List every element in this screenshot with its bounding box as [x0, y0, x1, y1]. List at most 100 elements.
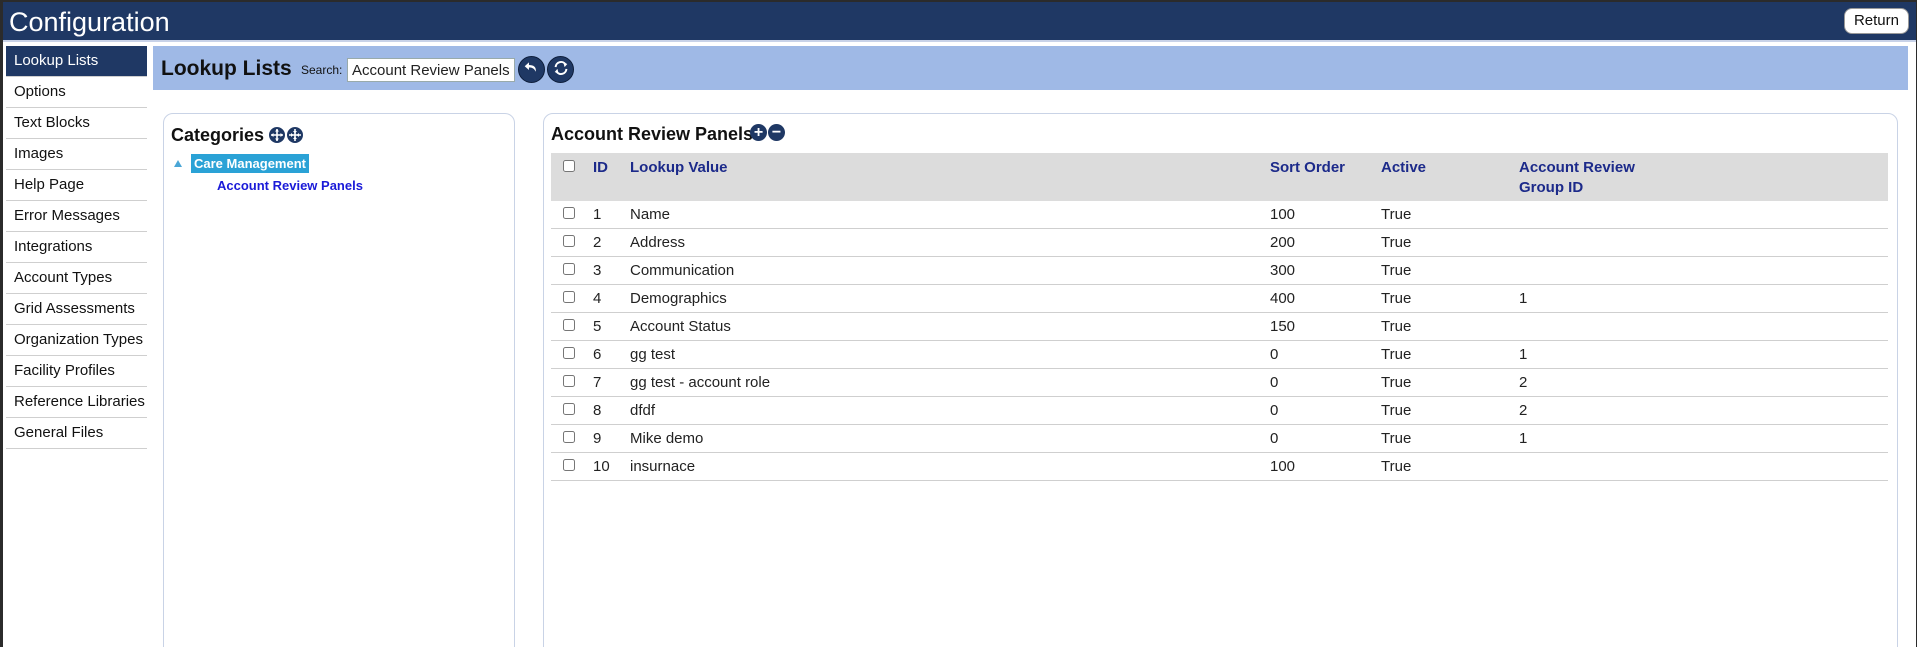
cell-lookup-value: Address: [630, 234, 686, 251]
sidebar-item-options[interactable]: Options: [6, 77, 147, 108]
column-header-sort-order[interactable]: Sort Order: [1270, 158, 1345, 178]
return-button[interactable]: Return: [1843, 8, 1909, 34]
row-checkbox[interactable]: [563, 375, 575, 387]
search-input[interactable]: [347, 58, 515, 82]
cell-id: 7: [593, 374, 602, 391]
sidebar-item-facility-profiles[interactable]: Facility Profiles: [6, 356, 147, 387]
column-header-lookup-value[interactable]: Lookup Value: [630, 158, 728, 178]
cell-id: 8: [593, 402, 602, 419]
lookup-grid: ID Lookup Value Sort Order Active Accoun…: [551, 153, 1888, 481]
cell-id: 6: [593, 346, 602, 363]
cell-sort-order: 300: [1270, 262, 1296, 279]
table-row[interactable]: 7 gg test - account role 0 True 2: [551, 369, 1888, 397]
cell-lookup-value: Name: [630, 206, 671, 223]
column-header-id[interactable]: ID: [593, 158, 608, 178]
cell-lookup-value: Demographics: [630, 290, 727, 307]
cell-active: True: [1381, 234, 1412, 251]
row-checkbox[interactable]: [563, 207, 575, 219]
cell-group-id: 1: [1519, 346, 1528, 363]
cell-id: 10: [593, 458, 610, 475]
table-row[interactable]: 4 Demographics 400 True 1: [551, 285, 1888, 313]
cell-sort-order: 100: [1270, 458, 1296, 475]
sidebar-item-error-messages[interactable]: Error Messages: [6, 201, 147, 232]
table-row[interactable]: 6 gg test 0 True 1: [551, 341, 1888, 369]
table-row[interactable]: 8 dfdf 0 True 2: [551, 397, 1888, 425]
sidebar-item-general-files[interactable]: General Files: [6, 418, 147, 449]
cell-lookup-value: dfdf: [630, 402, 656, 419]
cell-group-id: 1: [1519, 430, 1528, 447]
row-checkbox[interactable]: [563, 431, 575, 443]
plus-icon[interactable]: +: [750, 124, 767, 141]
column-header-account-review-group-id[interactable]: Account Review Group ID: [1519, 158, 1669, 198]
cell-id: 4: [593, 290, 602, 307]
sidebar-item-help-page[interactable]: Help Page: [6, 170, 147, 201]
cell-active: True: [1381, 290, 1412, 307]
cell-sort-order: 400: [1270, 290, 1296, 307]
sidebar-nav: Lookup Lists Options Text Blocks Images …: [6, 46, 147, 449]
table-row[interactable]: 9 Mike demo 0 True 1: [551, 425, 1888, 453]
cell-sort-order: 200: [1270, 234, 1296, 251]
sidebar-item-text-blocks[interactable]: Text Blocks: [6, 108, 147, 139]
cell-lookup-value: gg test - account role: [630, 374, 771, 391]
grid-header-row: ID Lookup Value Sort Order Active Accoun…: [551, 153, 1888, 201]
table-row[interactable]: 1 Name 100 True: [551, 201, 1888, 229]
cell-id: 2: [593, 234, 602, 251]
row-checkbox[interactable]: [563, 403, 575, 415]
sidebar-item-integrations[interactable]: Integrations: [6, 232, 147, 263]
tree-node-care-management[interactable]: Care Management: [191, 154, 309, 173]
minus-icon[interactable]: −: [768, 124, 785, 141]
sidebar-item-grid-assessments[interactable]: Grid Assessments: [6, 294, 147, 325]
sidebar-item-lookup-lists[interactable]: Lookup Lists: [6, 46, 147, 77]
cell-active: True: [1381, 346, 1412, 363]
cell-sort-order: 0: [1270, 402, 1279, 419]
cell-id: 3: [593, 262, 602, 279]
undo-icon: [523, 59, 540, 80]
categories-title: Categories: [171, 125, 265, 145]
table-row[interactable]: 5 Account Status 150 True: [551, 313, 1888, 341]
tree-node-account-review-panels[interactable]: Account Review Panels: [217, 178, 363, 193]
cell-active: True: [1381, 374, 1412, 391]
cell-active: True: [1381, 402, 1412, 419]
table-row[interactable]: 10 insurnace 100 True: [551, 453, 1888, 481]
row-checkbox[interactable]: [563, 319, 575, 331]
expand-all-icon[interactable]: [269, 127, 285, 143]
sidebar-item-reference-libraries[interactable]: Reference Libraries: [6, 387, 147, 418]
row-checkbox[interactable]: [563, 459, 575, 471]
cell-lookup-value: Communication: [630, 262, 735, 279]
collapse-all-icon[interactable]: [287, 127, 303, 143]
sidebar-item-account-types[interactable]: Account Types: [6, 263, 147, 294]
undo-button[interactable]: [518, 56, 545, 83]
refresh-button[interactable]: [547, 56, 574, 83]
cell-active: True: [1381, 430, 1412, 447]
page-title: Lookup Lists: [161, 57, 292, 80]
cell-group-id: 1: [1519, 290, 1528, 307]
categories-panel: Categories Care Management Account Revie…: [163, 113, 515, 647]
app-title: Configuration: [9, 7, 170, 37]
search-label: Search:: [301, 63, 343, 77]
select-all-checkbox[interactable]: [563, 160, 575, 172]
cell-active: True: [1381, 458, 1412, 475]
app-window: Configuration Return Lookup Lists Option…: [3, 2, 1916, 647]
cell-group-id: 2: [1519, 402, 1528, 419]
cell-lookup-value: insurnace: [630, 458, 696, 475]
tree-collapse-arrow-icon[interactable]: [174, 160, 182, 167]
cell-lookup-value: gg test: [630, 346, 676, 363]
lookup-toolbar: Lookup Lists Search:: [153, 46, 1908, 90]
cell-sort-order: 0: [1270, 430, 1279, 447]
table-row[interactable]: 3 Communication 300 True: [551, 257, 1888, 285]
table-row[interactable]: 2 Address 200 True: [551, 229, 1888, 257]
row-checkbox[interactable]: [563, 291, 575, 303]
cell-lookup-value: Account Status: [630, 318, 731, 335]
column-header-active[interactable]: Active: [1381, 158, 1426, 178]
sidebar-item-organization-types[interactable]: Organization Types: [6, 325, 147, 356]
row-checkbox[interactable]: [563, 235, 575, 247]
cell-sort-order: 100: [1270, 206, 1296, 223]
sidebar-item-images[interactable]: Images: [6, 139, 147, 170]
row-checkbox[interactable]: [563, 347, 575, 359]
cell-active: True: [1381, 262, 1412, 279]
cell-sort-order: 0: [1270, 374, 1279, 391]
cell-active: True: [1381, 318, 1412, 335]
row-checkbox[interactable]: [563, 263, 575, 275]
cell-lookup-value: Mike demo: [630, 430, 704, 447]
cell-group-id: 2: [1519, 374, 1528, 391]
